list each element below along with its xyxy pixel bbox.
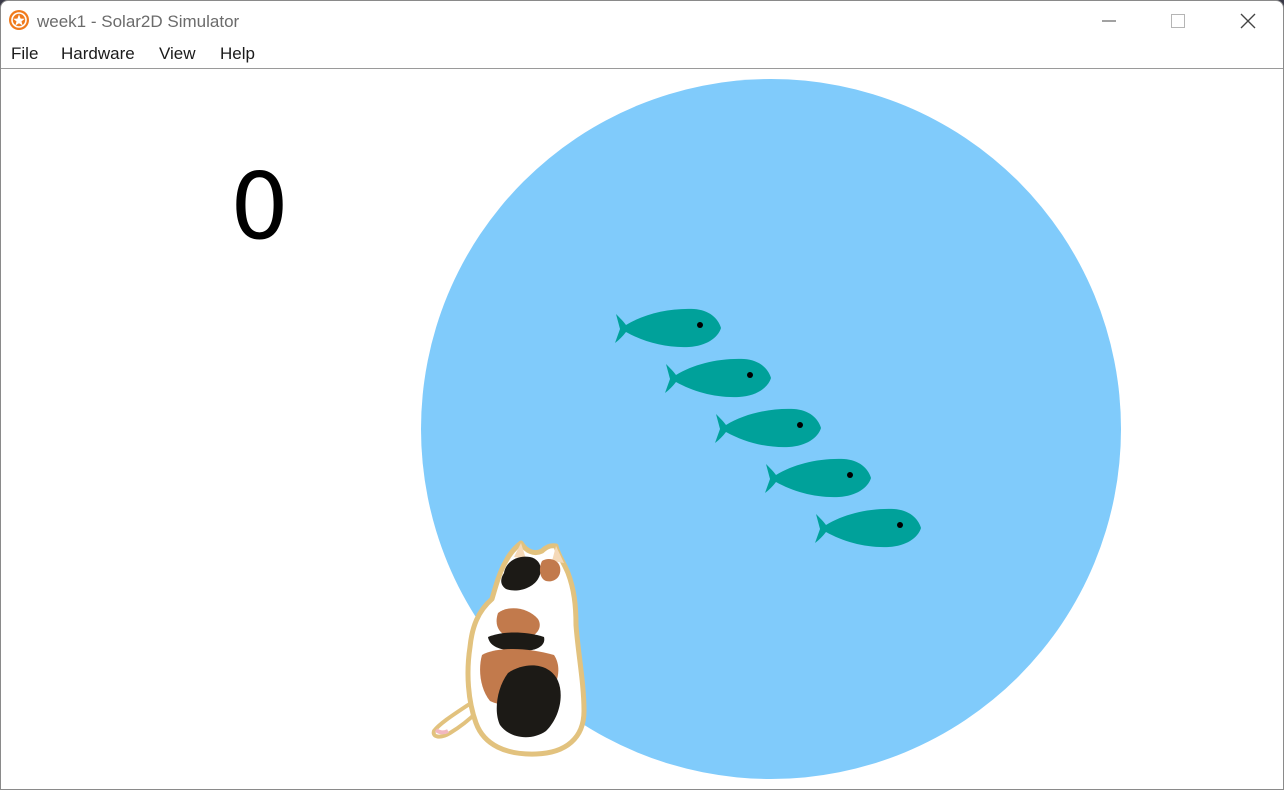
fish-icon[interactable] bbox=[714, 406, 824, 452]
window-title: week1 - Solar2D Simulator bbox=[37, 12, 240, 31]
minimize-icon bbox=[1102, 20, 1116, 22]
menu-hardware[interactable]: Hardware bbox=[61, 44, 135, 64]
fish-icon[interactable] bbox=[764, 456, 874, 502]
game-canvas[interactable]: 0 bbox=[2, 69, 1282, 789]
menu-file[interactable]: File bbox=[11, 44, 38, 64]
minimize-button[interactable] bbox=[1074, 1, 1144, 41]
menu-bar: File Hardware View Help bbox=[1, 41, 1283, 69]
maximize-icon bbox=[1171, 14, 1185, 28]
close-icon bbox=[1240, 13, 1256, 29]
close-button[interactable] bbox=[1213, 1, 1283, 41]
menu-view[interactable]: View bbox=[159, 44, 196, 64]
maximize-button[interactable] bbox=[1143, 1, 1213, 41]
fish-icon[interactable] bbox=[814, 506, 924, 552]
simulator-window: week1 - Solar2D Simulator File Hardware … bbox=[0, 0, 1284, 790]
score-text: 0 bbox=[230, 153, 289, 260]
fish-icon[interactable] bbox=[614, 306, 724, 352]
solar2d-app-icon bbox=[9, 10, 29, 30]
fish-icon[interactable] bbox=[664, 356, 774, 402]
cat-icon[interactable] bbox=[426, 533, 591, 758]
title-bar[interactable]: week1 - Solar2D Simulator bbox=[1, 1, 1283, 41]
menu-help[interactable]: Help bbox=[220, 44, 255, 64]
